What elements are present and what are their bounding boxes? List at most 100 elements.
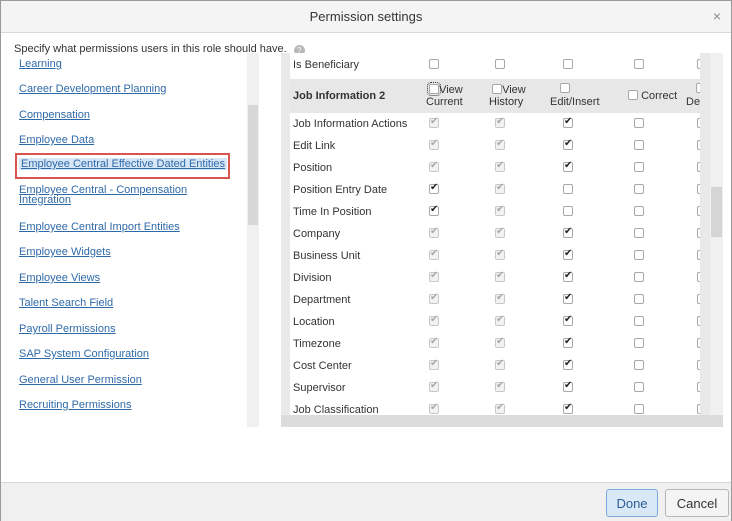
permission-checkbox[interactable] xyxy=(634,338,644,348)
category-link[interactable]: SAP System Configuration xyxy=(19,348,149,360)
permission-checkbox[interactable] xyxy=(697,118,700,128)
permission-checkbox[interactable] xyxy=(634,228,644,238)
permission-checkbox[interactable] xyxy=(429,160,439,172)
permission-checkbox[interactable] xyxy=(634,360,644,370)
permissions-horizontal-scrollbar[interactable] xyxy=(281,415,723,427)
permission-checkbox[interactable] xyxy=(429,292,439,304)
category-link[interactable]: Employee Data xyxy=(19,134,94,146)
permission-checkbox[interactable] xyxy=(429,358,439,370)
permission-checkbox[interactable] xyxy=(429,402,439,414)
permission-checkbox[interactable] xyxy=(495,59,505,69)
permission-checkbox[interactable] xyxy=(429,314,439,326)
permission-checkbox[interactable] xyxy=(563,226,573,238)
category-link[interactable]: Employee Widgets xyxy=(19,246,111,258)
permission-checkbox[interactable] xyxy=(563,292,573,304)
permission-checkbox[interactable] xyxy=(563,184,573,194)
permission-checkbox[interactable] xyxy=(429,380,439,392)
permission-checkbox[interactable] xyxy=(634,294,644,304)
permission-checkbox[interactable] xyxy=(697,206,700,216)
permission-checkbox[interactable] xyxy=(495,314,505,326)
permission-checkbox[interactable] xyxy=(495,270,505,282)
category-link[interactable]: Compensation xyxy=(19,109,90,121)
permission-checkbox[interactable] xyxy=(697,140,700,150)
permission-checkbox[interactable] xyxy=(697,59,700,69)
permission-checkbox[interactable] xyxy=(495,380,505,392)
permission-checkbox[interactable] xyxy=(563,206,573,216)
permission-checkbox[interactable] xyxy=(697,184,700,194)
permission-checkbox[interactable] xyxy=(495,138,505,150)
select-all-delete-checkbox[interactable] xyxy=(696,83,700,93)
category-link[interactable]: Employee Central Import Entities xyxy=(19,221,180,233)
permission-checkbox[interactable] xyxy=(429,248,439,260)
permission-checkbox[interactable] xyxy=(429,270,439,282)
permission-checkbox[interactable] xyxy=(634,59,644,69)
permission-checkbox[interactable] xyxy=(495,226,505,238)
permission-checkbox[interactable] xyxy=(563,380,573,392)
permission-checkbox[interactable] xyxy=(495,116,505,128)
permission-checkbox[interactable] xyxy=(634,272,644,282)
permission-checkbox[interactable] xyxy=(563,336,573,348)
permission-checkbox[interactable] xyxy=(634,316,644,326)
permission-checkbox[interactable] xyxy=(634,162,644,172)
permission-checkbox[interactable] xyxy=(697,316,700,326)
selected-category-highlight xyxy=(15,153,230,179)
permission-checkbox[interactable] xyxy=(697,228,700,238)
category-link[interactable]: Employee Central - Compensation Integrat… xyxy=(19,185,219,206)
select-all-edit-insert-checkbox[interactable] xyxy=(560,83,570,93)
permission-checkbox[interactable] xyxy=(495,336,505,348)
category-link[interactable]: General User Permission xyxy=(19,374,142,386)
permission-checkbox[interactable] xyxy=(697,250,700,260)
select-all-view-history-checkbox[interactable] xyxy=(492,84,502,94)
permission-checkbox[interactable] xyxy=(697,272,700,282)
permission-checkbox[interactable] xyxy=(634,206,644,216)
permission-checkbox[interactable] xyxy=(697,162,700,172)
permission-checkbox[interactable] xyxy=(429,116,439,128)
permission-checkbox[interactable] xyxy=(429,59,439,69)
category-list-scroll-thumb[interactable] xyxy=(248,105,258,225)
category-link[interactable]: Employee Views xyxy=(19,272,100,284)
permission-checkbox[interactable] xyxy=(495,402,505,414)
permission-checkbox[interactable] xyxy=(563,358,573,370)
permission-checkbox[interactable] xyxy=(634,118,644,128)
permission-checkbox[interactable] xyxy=(429,204,439,216)
cancel-button[interactable]: Cancel xyxy=(665,489,729,517)
category-link[interactable]: Talent Search Field xyxy=(19,297,113,309)
done-button[interactable]: Done xyxy=(606,489,658,517)
permission-checkbox[interactable] xyxy=(563,116,573,128)
permission-checkbox[interactable] xyxy=(495,292,505,304)
permission-checkbox[interactable] xyxy=(563,59,573,69)
permissions-scroll-thumb[interactable] xyxy=(711,187,722,237)
permission-checkbox[interactable] xyxy=(429,336,439,348)
permission-checkbox[interactable] xyxy=(634,382,644,392)
permission-checkbox[interactable] xyxy=(495,204,505,216)
permission-checkbox[interactable] xyxy=(634,184,644,194)
permission-checkbox[interactable] xyxy=(495,358,505,370)
permission-checkbox[interactable] xyxy=(563,270,573,282)
category-link[interactable]: Career Development Planning xyxy=(19,83,166,95)
permission-checkbox[interactable] xyxy=(697,338,700,348)
permission-checkbox[interactable] xyxy=(697,404,700,414)
permission-checkbox[interactable] xyxy=(495,182,505,194)
permission-checkbox[interactable] xyxy=(563,160,573,172)
category-link[interactable]: Recruiting Permissions xyxy=(19,399,131,411)
select-all-view-current-checkbox[interactable] xyxy=(427,82,441,96)
permission-checkbox[interactable] xyxy=(495,160,505,172)
permission-checkbox[interactable] xyxy=(563,138,573,150)
permission-checkbox[interactable] xyxy=(697,360,700,370)
select-all-correct-checkbox[interactable] xyxy=(628,90,638,100)
permission-checkbox[interactable] xyxy=(634,140,644,150)
permission-checkbox[interactable] xyxy=(697,294,700,304)
permission-checkbox[interactable] xyxy=(697,382,700,392)
category-link[interactable]: Learning xyxy=(19,58,62,70)
category-link[interactable]: Payroll Permissions xyxy=(19,323,116,335)
permission-checkbox[interactable] xyxy=(563,314,573,326)
permission-checkbox[interactable] xyxy=(429,138,439,150)
permission-checkbox[interactable] xyxy=(563,248,573,260)
permission-checkbox[interactable] xyxy=(563,402,573,414)
permission-checkbox[interactable] xyxy=(634,250,644,260)
permission-checkbox[interactable] xyxy=(429,226,439,238)
permission-checkbox[interactable] xyxy=(495,248,505,260)
permission-checkbox[interactable] xyxy=(634,404,644,414)
close-icon[interactable]: × xyxy=(713,9,721,23)
permission-checkbox[interactable] xyxy=(429,182,439,194)
